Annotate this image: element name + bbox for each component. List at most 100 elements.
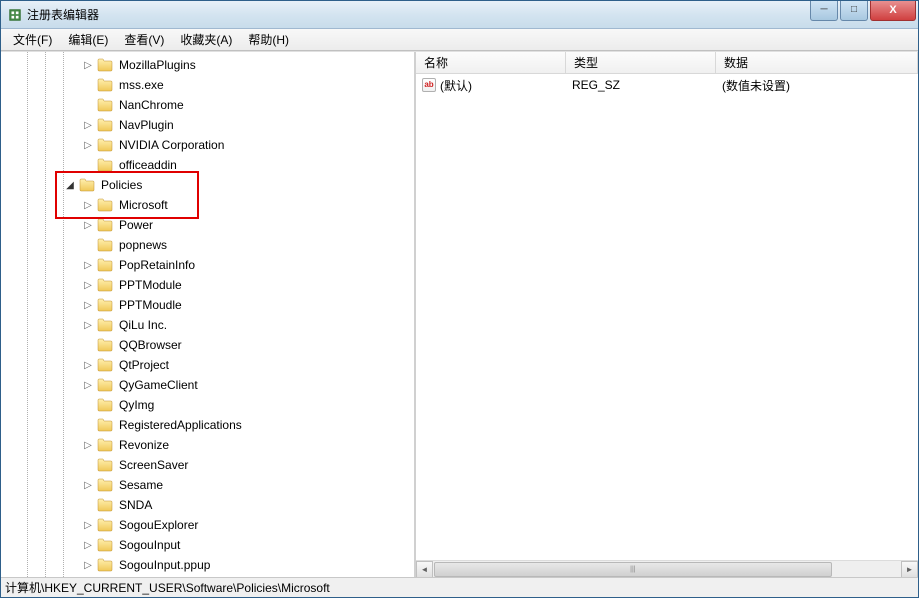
tree-item-label: Power [117,217,155,233]
value-list[interactable]: ab(默认)REG_SZ(数值未设置) [416,74,918,560]
menu-edit[interactable]: 编辑(E) [60,28,116,51]
expand-icon[interactable]: ▷ [81,558,95,572]
tree-item-label: SogouInput.ppup [117,557,212,573]
close-button[interactable]: X [870,1,916,21]
value-panel: 名称 类型 数据 ab(默认)REG_SZ(数值未设置) ◄ ||| ► [416,52,918,577]
expand-icon[interactable]: ▷ [81,138,95,152]
expand-icon[interactable]: ▷ [81,378,95,392]
expand-icon[interactable]: ▷ [81,58,95,72]
folder-icon [97,58,113,72]
menu-view[interactable]: 查看(V) [116,28,172,51]
folder-icon [97,258,113,272]
window-title: 注册表编辑器 [27,6,808,23]
folder-icon [97,78,113,92]
expand-icon[interactable]: ▷ [81,318,95,332]
expand-icon[interactable]: ▷ [81,358,95,372]
tree-item-label: QQBrowser [117,337,184,353]
content-area: ▷ MozillaPlugins ▷ mss.exe ▷ NanChrome ▷ NavPlu… [1,51,918,577]
menu-help[interactable]: 帮助(H) [240,28,297,51]
string-value-icon: ab [422,78,436,92]
tree-item-label: PopRetainInfo [117,257,197,273]
folder-icon [97,98,113,112]
column-data[interactable]: 数据 [716,52,918,73]
tree-item-label: PPTMoudle [117,297,184,313]
column-headers: 名称 类型 数据 [416,52,918,74]
menu-file[interactable]: 文件(F) [5,28,60,51]
maximize-button[interactable]: □ [840,1,868,21]
tree-item-label: popnews [117,237,169,253]
folder-icon [97,198,113,212]
folder-icon [97,438,113,452]
folder-icon [97,378,113,392]
folder-icon [97,298,113,312]
collapse-icon[interactable]: ◢ [63,178,77,192]
value-type-cell: REG_SZ [566,78,716,92]
value-row[interactable]: ab(默认)REG_SZ(数值未设置) [416,76,918,94]
folder-icon [97,498,113,512]
folder-icon [97,278,113,292]
expand-icon[interactable]: ▷ [81,198,95,212]
app-icon [7,7,23,23]
menu-bar: 文件(F) 编辑(E) 查看(V) 收藏夹(A) 帮助(H) [1,29,918,51]
folder-icon [97,538,113,552]
expand-icon[interactable]: ▷ [81,118,95,132]
menu-favorites[interactable]: 收藏夹(A) [172,28,240,51]
column-name[interactable]: 名称 [416,52,566,73]
folder-icon [97,398,113,412]
horizontal-scrollbar[interactable]: ◄ ||| ► [416,560,918,577]
expand-icon[interactable]: ▷ [81,478,95,492]
window-controls: ─ □ X [808,1,916,21]
folder-icon [97,318,113,332]
folder-icon [97,238,113,252]
folder-icon [97,158,113,172]
folder-icon [97,418,113,432]
tree-item-label: QyImg [117,397,156,413]
folder-icon [97,338,113,352]
folder-icon [97,138,113,152]
status-bar: 计算机\HKEY_CURRENT_USER\Software\Policies\… [1,577,918,597]
folder-icon [97,518,113,532]
registry-editor-window: 注册表编辑器 ─ □ X 文件(F) 编辑(E) 查看(V) 收藏夹(A) 帮助… [0,0,919,598]
value-name-cell: ab(默认) [416,77,566,94]
expand-icon[interactable]: ▷ [81,438,95,452]
tree-item-label: officeaddin [117,157,179,173]
folder-icon [97,358,113,372]
tree-item-label: RegisteredApplications [117,417,244,433]
title-bar[interactable]: 注册表编辑器 ─ □ X [1,1,918,29]
tree-item-label: Policies [99,177,144,193]
tree-item-label: ScreenSaver [117,457,190,473]
tree-item-label: SogouExplorer [117,517,200,533]
folder-icon [79,178,95,192]
tree-item-label: NavPlugin [117,117,176,133]
expand-icon[interactable]: ▷ [81,258,95,272]
tree-item-label: NVIDIA Corporation [117,137,226,153]
expand-icon[interactable]: ▷ [81,278,95,292]
tree-item-label: Microsoft [117,197,170,213]
tree-item-label: Sesame [117,477,165,493]
tree-item-label: NanChrome [117,97,186,113]
scroll-left-button[interactable]: ◄ [416,561,433,578]
folder-icon [97,118,113,132]
column-type[interactable]: 类型 [566,52,716,73]
scroll-track[interactable]: ||| [433,561,901,578]
expand-icon[interactable]: ▷ [81,298,95,312]
tree-item-label: PPTModule [117,277,184,293]
tree-item-label: Revonize [117,437,171,453]
scroll-right-button[interactable]: ► [901,561,918,578]
expand-icon[interactable]: ▷ [81,218,95,232]
tree-item-label: SNDA [117,497,154,513]
tree-item-label: QiLu Inc. [117,317,169,333]
scroll-thumb[interactable]: ||| [434,562,832,577]
tree-item-label: QtProject [117,357,171,373]
minimize-button[interactable]: ─ [810,1,838,21]
value-data-cell: (数值未设置) [716,77,918,94]
folder-icon [97,478,113,492]
tree-item-label: mss.exe [117,77,166,93]
folder-icon [97,558,113,572]
tree-item-label: QyGameClient [117,377,200,393]
expand-icon[interactable]: ▷ [81,518,95,532]
tree-item-label: MozillaPlugins [117,57,198,73]
expand-icon[interactable]: ▷ [81,538,95,552]
folder-icon [97,458,113,472]
registry-tree-panel[interactable]: ▷ MozillaPlugins ▷ mss.exe ▷ NanChrome ▷ NavPlu… [1,52,416,577]
